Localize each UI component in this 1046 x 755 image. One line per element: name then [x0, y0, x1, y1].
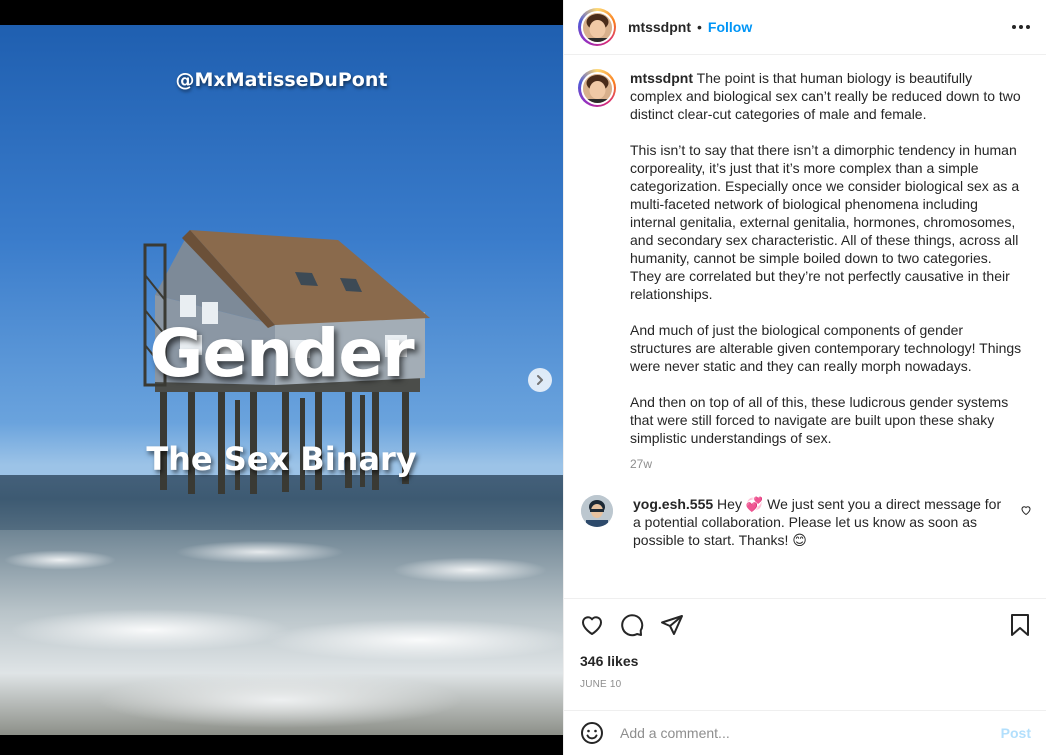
caption-avatar[interactable]: [578, 69, 616, 107]
comment-input[interactable]: [620, 725, 1001, 741]
comment-icon: [621, 614, 644, 637]
comment-text: yog.esh.555 Hey 💞 We just sent you a dir…: [633, 495, 1003, 549]
caption-username[interactable]: mtssdpnt: [630, 70, 693, 86]
likes-count[interactable]: 346 likes: [580, 653, 1031, 669]
post-date: JUNE 10: [580, 679, 622, 690]
chevron-right-icon: [537, 375, 543, 385]
caption-paragraph: And then on top of all of this, these lu…: [630, 394, 1009, 446]
more-icon: [1012, 25, 1016, 29]
post-header: mtssdpnt • Follow: [564, 0, 1046, 55]
caption-timestamp[interactable]: 27w: [630, 455, 1025, 473]
caption-paragraph: And much of just the biological componen…: [630, 322, 1022, 374]
heart-icon: [582, 616, 602, 635]
post-comment-button[interactable]: Post: [1001, 725, 1031, 741]
avatar[interactable]: [578, 8, 616, 46]
add-comment-bar: Post: [564, 710, 1046, 755]
post-actions: 346 likes JUNE 10: [564, 598, 1046, 710]
image-handle-text: @MxMatisseDuPont: [175, 69, 388, 91]
separator-dot: •: [697, 19, 702, 35]
carousel-next-button[interactable]: [528, 368, 552, 392]
more-options-button[interactable]: [1010, 19, 1032, 35]
surf: [0, 530, 563, 735]
image-subtitle: The Sex Binary: [146, 440, 417, 478]
follow-button[interactable]: Follow: [708, 19, 752, 35]
comment-item: yog.esh.555 Hey 💞 We just sent you a dir…: [578, 495, 1032, 549]
header-username[interactable]: mtssdpnt: [628, 19, 691, 35]
post-image[interactable]: @MxMatisseDuPont Gender The Sex Binary: [0, 25, 563, 735]
emoji-button[interactable]: [580, 721, 604, 745]
share-icon: [661, 615, 683, 635]
comment-avatar[interactable]: [581, 495, 613, 527]
like-button[interactable]: [580, 613, 604, 637]
comment-username[interactable]: yog.esh.555: [633, 496, 713, 512]
heart-icon: [1021, 506, 1031, 516]
caption: mtssdpnt The point is that human biology…: [578, 69, 1032, 473]
comments-section[interactable]: mtssdpnt The point is that human biology…: [564, 55, 1046, 595]
post-media: @MxMatisseDuPont Gender The Sex Binary: [0, 0, 563, 755]
image-title: Gender: [149, 315, 414, 392]
save-button[interactable]: [1009, 613, 1031, 637]
caption-text: mtssdpnt The point is that human biology…: [630, 69, 1025, 473]
emoji-icon: [581, 722, 603, 744]
share-button[interactable]: [660, 613, 684, 637]
comment-like-button[interactable]: [1020, 503, 1032, 521]
bookmark-icon: [1011, 614, 1029, 636]
comment-button[interactable]: [620, 613, 644, 637]
caption-paragraph: This isn’t to say that there isn’t a dim…: [630, 142, 1020, 302]
post-side-panel: mtssdpnt • Follow mtssdpnt The point is …: [563, 0, 1046, 755]
